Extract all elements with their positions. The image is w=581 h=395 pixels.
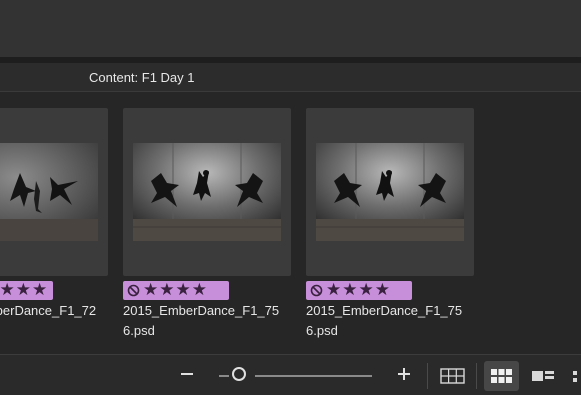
top-panel [0, 0, 581, 57]
minus-icon[interactable] [178, 365, 196, 383]
star-rating[interactable]: ★★★★ [143, 281, 208, 300]
grid-lock-icon [440, 368, 465, 384]
thumbnail-image[interactable] [0, 143, 98, 241]
content-grid: ★★★★★ 2015_EmberDance_F1_72 [0, 92, 581, 354]
grid-lock-view-button[interactable] [438, 361, 468, 391]
plus-icon[interactable] [395, 365, 413, 383]
content-header: Content: F1 Day 1 [0, 63, 581, 92]
slider-min-tick [219, 375, 229, 377]
thumbnail-card[interactable] [0, 108, 108, 276]
details-view-button[interactable] [528, 361, 558, 391]
dancers-photo [0, 143, 98, 241]
color-label-badge[interactable]: ★★★★★ [0, 281, 53, 300]
reject-icon[interactable] [310, 284, 323, 297]
thumbnail-image[interactable] [316, 143, 464, 241]
toolbar-divider [476, 363, 477, 389]
thumbnail-card[interactable] [306, 108, 474, 276]
color-label-badge[interactable]: ★★★★ [306, 281, 412, 300]
thumbnail-filename[interactable]: 2015_EmberDance_F1_75 6.psd [123, 301, 293, 341]
thumbnail-filename[interactable]: 2015_EmberDance_F1_72 [0, 301, 110, 321]
list-icon [573, 371, 577, 382]
star-rating[interactable]: ★★★★★ [0, 281, 48, 300]
thumbnail-view-button[interactable] [484, 361, 519, 391]
star-rating[interactable]: ★★★★ [326, 281, 391, 300]
slider-handle[interactable] [232, 367, 246, 381]
thumbnail-card[interactable] [123, 108, 291, 276]
bottom-toolbar [0, 354, 581, 395]
color-label-badge[interactable]: ★★★★ [123, 281, 229, 300]
dancers-photo [133, 143, 281, 241]
dancers-photo [316, 143, 464, 241]
reject-icon[interactable] [127, 284, 140, 297]
thumbnail-size-slider[interactable] [255, 375, 372, 377]
thumbnail-grid-icon [491, 369, 512, 383]
list-view-button[interactable] [568, 361, 581, 391]
content-path-label: Content: F1 Day 1 [89, 70, 195, 85]
thumbnail-image[interactable] [133, 143, 281, 241]
toolbar-divider [427, 363, 428, 389]
thumbnail-filename[interactable]: 2015_EmberDance_F1_75 6.psd [306, 301, 476, 341]
filmstrip-icon [532, 371, 554, 381]
